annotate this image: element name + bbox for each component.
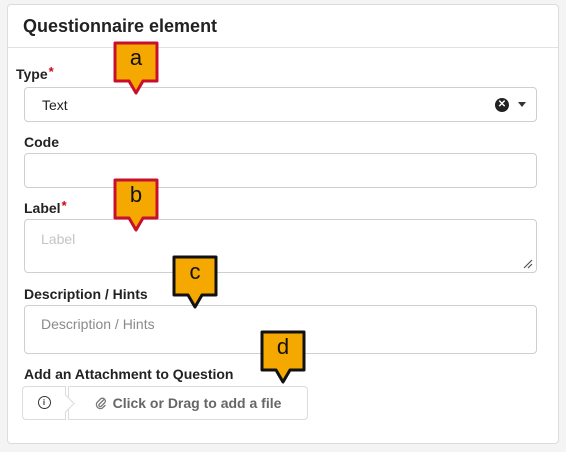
attachment-field-label: Add an Attachment to Question xyxy=(24,366,233,382)
callout-marker-b: b xyxy=(113,178,159,232)
label-label-text: Label xyxy=(24,200,61,216)
paperclip-icon xyxy=(95,396,107,410)
resize-handle-icon[interactable] xyxy=(523,259,533,269)
required-mark: * xyxy=(48,64,54,79)
attachment-controls: i Click or Drag to add a file xyxy=(22,385,308,420)
code-input[interactable] xyxy=(24,153,537,188)
info-icon: i xyxy=(37,396,51,409)
panel-title: Questionnaire element xyxy=(23,15,218,36)
required-mark: * xyxy=(61,198,67,213)
type-field-label: Type* xyxy=(16,64,54,82)
label-textarea[interactable]: Label xyxy=(24,219,537,273)
code-label-text: Code xyxy=(24,134,59,150)
info-button[interactable]: i xyxy=(22,385,66,420)
upload-file-label: Click or Drag to add a file xyxy=(112,394,282,411)
upload-file-button[interactable]: Click or Drag to add a file xyxy=(68,385,308,420)
clear-circle-icon[interactable]: ✕ xyxy=(495,97,509,112)
callout-letter-d: d xyxy=(276,334,290,359)
type-select-value: Text xyxy=(42,96,68,113)
description-label-text: Description / Hints xyxy=(24,286,148,302)
callout-marker-c: c xyxy=(172,255,218,309)
type-select[interactable]: Text ✕ xyxy=(24,87,537,122)
panel-header: Questionnaire element xyxy=(8,5,558,48)
callout-letter-c: c xyxy=(189,259,201,284)
label-field-label: Label* xyxy=(24,198,67,216)
callout-letter-a: a xyxy=(129,45,143,70)
description-field-label: Description / Hints xyxy=(24,286,148,302)
code-field-label: Code xyxy=(24,134,59,150)
caret-down-icon[interactable] xyxy=(518,102,526,107)
callout-letter-b: b xyxy=(129,182,143,207)
type-label-text: Type xyxy=(16,66,48,82)
callout-marker-a: a xyxy=(113,41,159,95)
callout-marker-d: d xyxy=(260,330,306,384)
attachment-label-text: Add an Attachment to Question xyxy=(24,366,234,382)
